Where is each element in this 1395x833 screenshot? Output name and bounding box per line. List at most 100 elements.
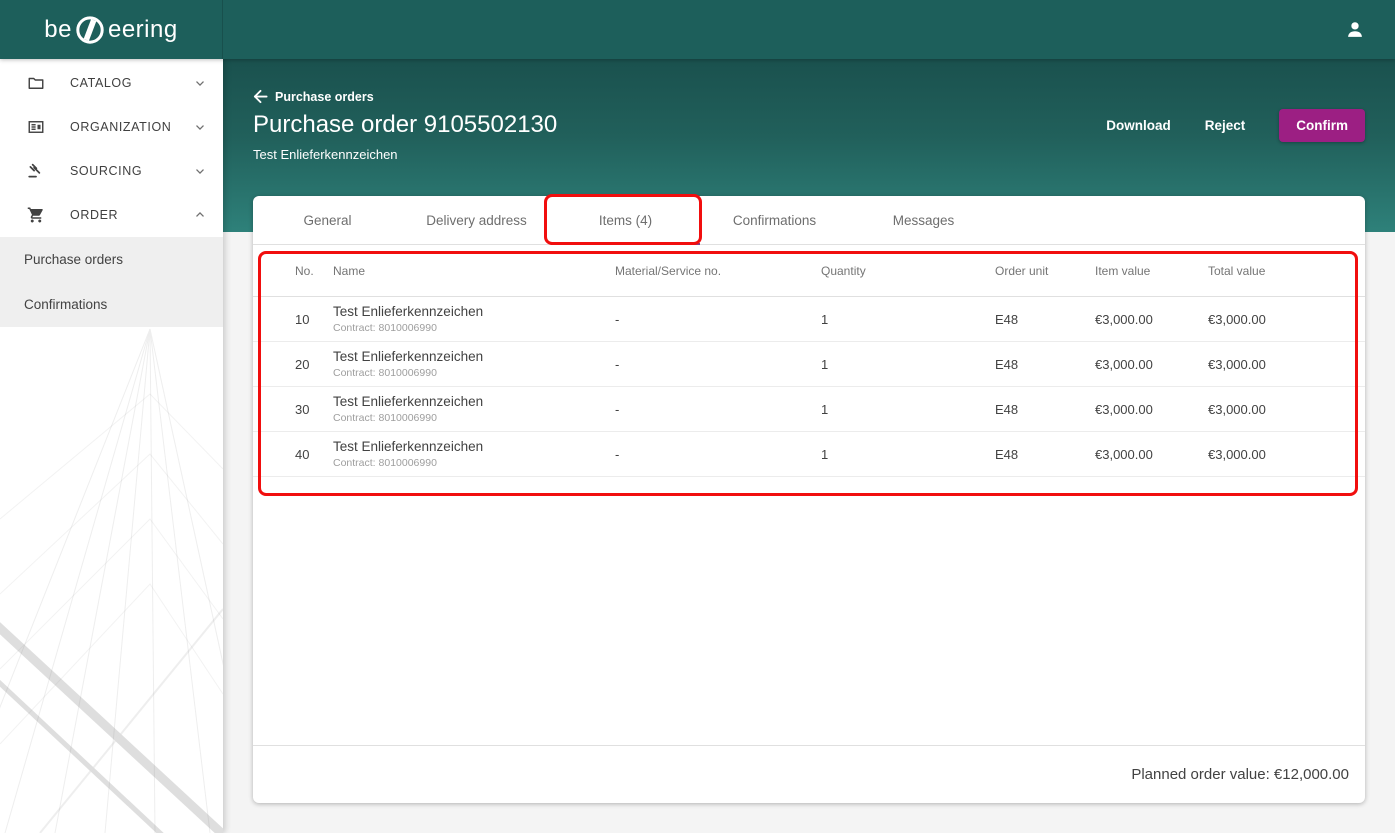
header-actions: Download Reject Confirm [1106, 109, 1365, 142]
logo-text-prefix: be [44, 16, 72, 44]
row-contract: Contract: 8010006990 [333, 412, 615, 424]
column-header-name: Name [333, 264, 615, 278]
sidebar-item-label: ORGANIZATION [70, 120, 193, 134]
row-item-value: €3,000.00 [1095, 357, 1208, 372]
row-quantity: 1 [821, 402, 995, 417]
confirm-button[interactable]: Confirm [1279, 109, 1365, 142]
table-row[interactable]: 40 Test Enlieferkennzeichen Contract: 80… [253, 432, 1365, 477]
tab-delivery-address[interactable]: Delivery address [402, 196, 551, 244]
sidebar-nav: CATALOG ORGANIZATION SOURCING [0, 59, 223, 833]
row-no: 40 [253, 447, 333, 462]
purchase-order-card: General Delivery address Items (4) Confi… [253, 196, 1365, 803]
back-arrow-icon [253, 89, 268, 104]
sidebar-item-confirmations[interactable]: Confirmations [0, 282, 223, 327]
row-order-unit: E48 [995, 312, 1095, 327]
tab-items[interactable]: Items (4) [551, 196, 700, 244]
card-footer: Planned order value: €12,000.00 [253, 745, 1365, 803]
person-icon [1344, 19, 1366, 41]
sidebar-item-purchase-orders[interactable]: Purchase orders [0, 237, 223, 282]
tab-label: Confirmations [733, 213, 816, 228]
row-contract: Contract: 8010006990 [333, 457, 615, 469]
page-subtitle: Test Enlieferkennzeichen [253, 147, 398, 162]
row-name: Test Enlieferkennzeichen [333, 394, 615, 409]
sidebar-item-label: SOURCING [70, 164, 193, 178]
tab-label: Items (4) [599, 213, 652, 228]
sidebar-item-label: ORDER [70, 208, 193, 222]
table-row[interactable]: 30 Test Enlieferkennzeichen Contract: 80… [253, 387, 1365, 432]
submenu-item-label: Purchase orders [24, 252, 123, 267]
brand-logo[interactable]: be eering [0, 0, 223, 59]
row-no: 30 [253, 402, 333, 417]
row-material: - [615, 312, 821, 327]
row-total-value: €3,000.00 [1208, 312, 1365, 327]
download-button[interactable]: Download [1106, 118, 1171, 133]
back-link-label: Purchase orders [275, 90, 374, 104]
row-total-value: €3,000.00 [1095, 447, 1208, 462]
planned-order-value: Planned order value: €12,000.00 [1131, 766, 1349, 783]
row-order-unit: E48 [995, 357, 1095, 372]
table-row[interactable]: 10 Test Enlieferkennzeichen Contract: 80… [253, 297, 1365, 342]
tab-label: Delivery address [426, 213, 527, 228]
sidebar-item-order[interactable]: ORDER [0, 193, 223, 237]
page-title: Purchase order 9105502130 [253, 111, 557, 139]
row-material: - [615, 447, 821, 462]
row-material: - [615, 402, 821, 417]
chevron-up-icon [193, 208, 207, 222]
top-app-bar: be eering [0, 0, 1395, 59]
table-row[interactable]: 20 Test Enlieferkennzeichen Contract: 80… [253, 342, 1365, 387]
row-name-cell: Test Enlieferkennzeichen Contract: 80100… [333, 394, 615, 424]
row-name-cell: Test Enlieferkennzeichen Contract: 80100… [333, 349, 615, 379]
sidebar-item-catalog[interactable]: CATALOG [0, 61, 223, 105]
row-item-value: €3,000.00 [1095, 402, 1208, 417]
user-account-button[interactable] [1339, 14, 1371, 46]
row-total-value: €3,000.00 [1208, 402, 1365, 417]
column-header-item-value: Item value [1095, 264, 1208, 278]
row-quantity: 1 [821, 312, 995, 327]
row-order-unit: E48 [995, 402, 1095, 417]
row-name-cell: Test Enlieferkennzeichen Contract: 80100… [333, 439, 615, 469]
row-item-value: €3,000.00 [1095, 312, 1208, 327]
reject-button[interactable]: Reject [1205, 118, 1246, 133]
chevron-down-icon [193, 164, 207, 178]
row-name: Test Enlieferkennzeichen [333, 304, 615, 319]
tab-label: Messages [893, 213, 955, 228]
row-contract: Contract: 8010006990 [333, 322, 615, 334]
row-contract: Contract: 8010006990 [333, 367, 615, 379]
gavel-icon [27, 162, 45, 180]
back-link[interactable]: Purchase orders [253, 89, 374, 104]
row-no: 20 [253, 357, 333, 372]
row-no: 10 [253, 312, 333, 327]
row-material: - [615, 357, 821, 372]
row-quantity: 1 [821, 357, 995, 372]
column-header-quantity: Quantity [821, 264, 995, 278]
row-order-unit: E48 [995, 447, 1095, 462]
chevron-down-icon [193, 76, 207, 90]
logo-n-icon [75, 15, 105, 45]
submenu-item-label: Confirmations [24, 297, 107, 312]
tab-confirmations[interactable]: Confirmations [700, 196, 849, 244]
active-tab-underline [551, 243, 700, 245]
row-quantity: 1 [821, 447, 995, 462]
column-header-order-unit: Order unit [995, 264, 1095, 278]
logo-text-suffix: eering [108, 16, 178, 44]
tab-general[interactable]: General [253, 196, 402, 244]
items-table-header: No. Name Material/Service no. Quantity O… [253, 245, 1365, 297]
row-name-cell: Test Enlieferkennzeichen Contract: 80100… [333, 304, 615, 334]
sidebar-item-organization[interactable]: ORGANIZATION [0, 105, 223, 149]
column-header-no: No. [253, 264, 333, 278]
cart-icon [27, 206, 45, 224]
sidebar-item-sourcing[interactable]: SOURCING [0, 149, 223, 193]
organization-icon [27, 118, 45, 136]
sidebar-item-label: CATALOG [70, 76, 193, 90]
column-header-material: Material/Service no. [615, 264, 821, 278]
row-total-value: €3,000.00 [1208, 357, 1365, 372]
tab-label: General [303, 213, 351, 228]
chevron-down-icon [193, 120, 207, 134]
order-submenu: Purchase orders Confirmations [0, 237, 223, 327]
tab-messages[interactable]: Messages [849, 196, 998, 244]
row-name: Test Enlieferkennzeichen [333, 349, 615, 364]
folder-icon [27, 74, 45, 92]
row-total-value: €3,000.00 [1208, 447, 1365, 462]
row-name: Test Enlieferkennzeichen [333, 439, 615, 454]
column-header-total-value: Total value [1208, 264, 1365, 278]
